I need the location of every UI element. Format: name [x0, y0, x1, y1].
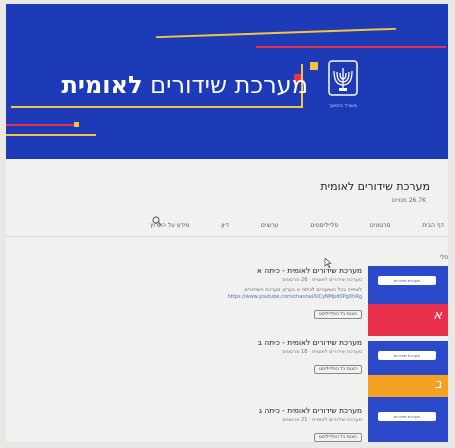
banner-title: מערכת שידורים לאומית: [8, 66, 308, 104]
tab-channels[interactable]: ערוצים: [257, 222, 283, 229]
list-item: מערכת שידורים לאומית - כיתה א מערכת שידו…: [166, 266, 362, 319]
tab-home[interactable]: דף הבית: [418, 222, 448, 229]
view-playlist-button[interactable]: הצגת כל הפלייליסט: [314, 310, 362, 319]
banner-deco-line: [156, 27, 396, 39]
playlist-title[interactable]: מערכת שידורים לאומית - כיתה ג: [166, 406, 362, 415]
banner-title-regular: מערכת שידורים: [150, 71, 308, 99]
browser-screen: מערכת שידורים לאומית משרד החינוך מערכת ש…: [6, 4, 448, 442]
channel-banner: מערכת שידורים לאומית משרד החינוך: [6, 4, 448, 159]
banner-deco-line: [6, 134, 96, 136]
playlist-title[interactable]: מערכת שידורים לאומית - כיתה ב: [166, 338, 362, 347]
menorah-emblem-icon: [328, 60, 358, 96]
playlist-thumbnail[interactable]: מערכת שידורים: [368, 402, 448, 442]
banner-title-bold: לאומית: [61, 71, 143, 99]
playlist-thumbnail[interactable]: מערכת שידורים א: [368, 266, 448, 336]
view-playlist-button[interactable]: הצגת כל הפלייליסט: [314, 365, 362, 374]
playlist-meta: מערכת שידורים לאומית · 26 סרטונים: [282, 277, 362, 283]
banner-deco-dot: [310, 62, 318, 70]
banner-deco-dot: [74, 122, 79, 127]
banner-deco-line: [6, 124, 76, 126]
tab-about[interactable]: מידע על הערוץ: [146, 222, 193, 229]
grade-letter: ב: [434, 377, 442, 392]
playlist-meta: מערכת שידורים לאומית · 18 סרטונים: [282, 349, 362, 355]
channel-name: מערכת שידורים לאומית: [320, 180, 430, 193]
playlist-thumbnail[interactable]: מערכת שידורים ב: [368, 341, 448, 411]
list-item: מערכת שידורים לאומית - כיתה ב מערכת שידו…: [166, 338, 362, 374]
tab-discussion[interactable]: דיון: [217, 222, 233, 229]
thumbnail-tag: מערכת שידורים: [378, 412, 436, 421]
ministry-label: משרד החינוך: [329, 103, 357, 109]
subscriber-count: 26.7K מנויים: [392, 197, 426, 204]
mouse-cursor-icon: [324, 258, 332, 268]
banner-deco-line: [256, 46, 446, 48]
channel-tabs: דף הבית סרטונים פלייליסטים ערוצים דיון מ…: [146, 218, 448, 232]
section-label: פלי: [439, 254, 449, 261]
list-item: מערכת שידורים לאומית - כיתה ג מערכת שידו…: [166, 406, 362, 442]
grade-letter: א: [433, 308, 442, 323]
playlist-meta: מערכת שידורים לאומית · 21 סרטונים: [282, 417, 362, 423]
playlist-description: לצפייה בכל השיעורים לכיתה א בערוץ מערכת …: [244, 287, 362, 293]
playlist-link[interactable]: https://www.youtube.com/channel/UCyNMpd0…: [166, 294, 362, 300]
thumbnail-tag: מערכת שידורים: [378, 276, 436, 285]
thumbnail-tag: מערכת שידורים: [378, 351, 436, 360]
tab-playlists[interactable]: פלייליסטים: [306, 222, 342, 229]
playlist-title[interactable]: מערכת שידורים לאומית - כיתה א: [166, 266, 362, 275]
view-playlist-button[interactable]: הצגת כל הפלייליסט: [314, 433, 362, 442]
tab-videos[interactable]: סרטונים: [366, 222, 395, 229]
tabs-divider: [6, 236, 448, 237]
